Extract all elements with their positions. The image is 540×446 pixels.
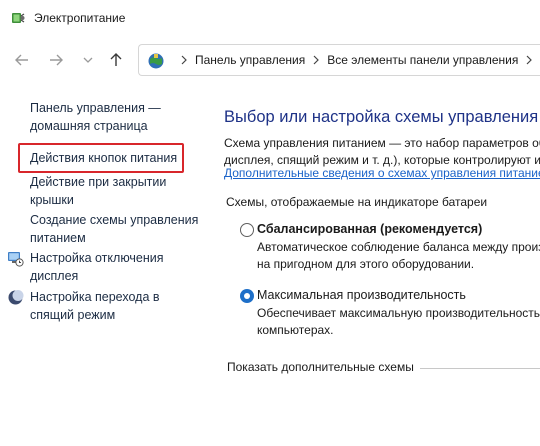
high-performance-plan-radio[interactable] [240, 289, 254, 303]
navigation-bar: Панель управления Все элементы панели уп… [0, 38, 540, 82]
sidebar-item-display-off-settings[interactable]: Настройка отключения дисплея [30, 249, 205, 285]
sidebar-item-label: Действие при закрытии [30, 175, 167, 189]
breadcrumb-all-items[interactable]: Все элементы панели управления [327, 53, 518, 67]
forward-arrow-icon[interactable] [46, 50, 66, 70]
section-label: Схемы, отображаемые на индикаторе батаре… [226, 195, 488, 209]
sidebar-item-label: крышки [30, 193, 74, 207]
sidebar-item-lid-close-action[interactable]: Действие при закрытии крышки [30, 173, 205, 209]
sidebar-item-label: Настройка отключения [30, 251, 164, 265]
sidebar-item-control-panel-home[interactable]: Панель управления — домашняя страница [30, 99, 205, 135]
sidebar-item-label: Настройка перехода в [30, 290, 160, 304]
sidebar-item-label: домашняя страница [30, 119, 148, 133]
plan-description-line: Обеспечивает максимальную производительн… [257, 306, 540, 320]
page-description: Схема управления питанием — это набор па… [224, 135, 540, 169]
sidebar-item-label: Панель управления — [30, 101, 161, 115]
breadcrumb-control-panel[interactable]: Панель управления [195, 53, 305, 67]
breadcrumb-separator-icon [518, 53, 540, 67]
sidebar-item-label: Создание схемы управления [30, 213, 199, 227]
high-performance-plan-label[interactable]: Максимальная производительность [257, 288, 466, 302]
balanced-plan-label[interactable]: Сбалансированная (рекомендуется) [257, 222, 482, 236]
window-title: Электропитание [34, 11, 126, 25]
sidebar-item-sleep-settings[interactable]: Настройка перехода в спящий режим [30, 288, 205, 324]
sidebar-item-create-power-plan[interactable]: Создание схемы управления питанием [30, 211, 205, 247]
high-performance-plan-description: Обеспечивает максимальную производительн… [257, 305, 540, 339]
more-info-link[interactable]: Дополнительные сведения о схемах управле… [224, 166, 540, 180]
balanced-plan-description: Автоматическое соблюдение баланса между … [257, 239, 540, 273]
back-arrow-icon[interactable] [12, 50, 32, 70]
sleep-moon-icon [7, 289, 24, 306]
sidebar-item-label: спящий режим [30, 308, 116, 322]
breadcrumb-separator-icon [173, 53, 195, 67]
up-arrow-icon[interactable] [106, 50, 126, 70]
show-additional-plans-toggle[interactable]: Показать дополнительные схемы [227, 360, 414, 374]
plan-description-line: компьютерах. [257, 323, 334, 337]
control-panel-icon [147, 52, 165, 70]
balanced-plan-radio[interactable] [240, 223, 254, 237]
display-schedule-icon [7, 250, 24, 267]
chevron-down-icon[interactable] [78, 50, 98, 70]
red-highlight-box [18, 143, 184, 173]
plan-description-line: Автоматическое соблюдение баланса между … [257, 240, 540, 254]
power-options-icon [10, 10, 26, 26]
address-bar[interactable]: Панель управления Все элементы панели уп… [138, 44, 540, 76]
sidebar-item-label: питанием [30, 231, 86, 245]
plan-description-line: на пригодном для этого оборудовании. [257, 257, 475, 271]
breadcrumb-separator-icon [305, 53, 327, 67]
divider [420, 368, 540, 369]
page-title: Выбор или настройка схемы управления пит [224, 108, 540, 126]
breadcrumb: Панель управления Все элементы панели уп… [173, 45, 540, 75]
sidebar-item-label: дисплея [30, 269, 79, 283]
main-content: Выбор или настройка схемы управления пит… [224, 82, 540, 446]
title-bar: Электропитание [0, 0, 540, 36]
description-line: Схема управления питанием — это набор па… [224, 136, 540, 150]
